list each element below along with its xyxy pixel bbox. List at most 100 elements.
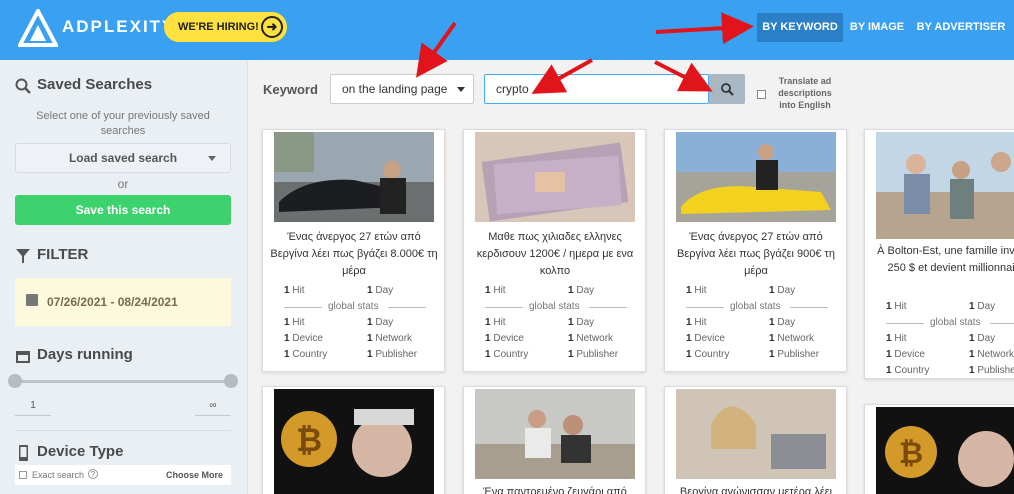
save-search-button[interactable]: Save this search bbox=[15, 195, 231, 225]
hit-label: Hit bbox=[894, 301, 907, 312]
day-label: Day bbox=[977, 333, 996, 344]
publisher-label: Publisher bbox=[576, 349, 619, 360]
day-label: Day bbox=[777, 317, 796, 328]
days-min-input[interactable]: 1 bbox=[15, 400, 51, 416]
saved-searches-heading: Saved Searches bbox=[15, 76, 235, 96]
ad-thumbnail-image bbox=[876, 132, 1014, 239]
device-type-heading: Device Type bbox=[15, 443, 235, 463]
date-range-picker[interactable]: 07/26/2021 - 08/24/2021 bbox=[15, 278, 231, 326]
day-count: 1 bbox=[969, 301, 975, 312]
device-type-title: Device Type bbox=[37, 443, 124, 460]
ad-thumbnail-image: ₿ bbox=[274, 389, 434, 494]
load-saved-search-dropdown[interactable]: Load saved search bbox=[15, 143, 231, 173]
days-slider-min-handle[interactable] bbox=[8, 374, 22, 388]
sidebar: Saved Searches Select one of your previo… bbox=[0, 60, 248, 494]
day-label: Day bbox=[375, 317, 394, 328]
days-max-input[interactable]: ∞ bbox=[195, 400, 231, 416]
global-hit-count: 1 bbox=[284, 317, 290, 328]
date-range-value: 07/26/2021 - 08/24/2021 bbox=[47, 295, 178, 309]
translate-label: Translate ad descriptions into English bbox=[778, 76, 832, 110]
help-icon[interactable]: ? bbox=[88, 469, 98, 479]
ad-card[interactable]: Ένα παντρεμένο ζευγάρι από bbox=[463, 386, 646, 494]
saved-searches-title: Saved Searches bbox=[37, 76, 153, 93]
network-count: 1 bbox=[367, 333, 373, 344]
ad-card[interactable]: Ένας άνεργος 27 ετών από Βεργίνα λέει πω… bbox=[262, 129, 445, 372]
global-stats-label: global stats bbox=[529, 301, 580, 312]
calendar-icon bbox=[26, 294, 38, 306]
country-count: 1 bbox=[886, 365, 892, 376]
days-running-heading: Days running bbox=[15, 346, 235, 366]
day-label: Day bbox=[576, 317, 595, 328]
publisher-label: Publisher bbox=[777, 349, 820, 360]
hiring-button[interactable]: WE'RE HIRING! ➜ bbox=[164, 12, 287, 42]
choose-more-link[interactable]: Choose More bbox=[166, 470, 223, 480]
search-button[interactable] bbox=[709, 74, 745, 104]
publisher-count: 1 bbox=[367, 349, 373, 360]
hit-label: Hit bbox=[493, 285, 506, 296]
device-count: 1 bbox=[485, 333, 491, 344]
ad-title: Βεργίνα αγώνισσαν μετέρα λέει bbox=[679, 486, 833, 494]
keyword-scope-value: on the landing page bbox=[342, 82, 448, 96]
hit-label: Hit bbox=[292, 317, 305, 328]
ad-card[interactable]: Ένας άνεργος 27 ετών από Βεργίνα λέει πω… bbox=[664, 129, 847, 372]
country-count: 1 bbox=[485, 349, 491, 360]
network-count: 1 bbox=[568, 333, 574, 344]
country-count: 1 bbox=[686, 349, 692, 360]
mobile-device-icon bbox=[19, 445, 28, 461]
hit-count: 1 bbox=[686, 285, 692, 296]
ad-card[interactable]: À Bolton-Est, une famille investit 250 $… bbox=[864, 129, 1014, 379]
ad-card[interactable]: ₿ bbox=[864, 404, 1014, 494]
publisher-label: Publisher bbox=[977, 365, 1014, 376]
hit-label: Hit bbox=[694, 285, 707, 296]
ad-card[interactable]: ₿ bbox=[262, 386, 445, 494]
global-stats-label: global stats bbox=[930, 317, 981, 328]
device-label: Device bbox=[292, 333, 323, 344]
adplexity-logo-icon[interactable] bbox=[18, 9, 58, 47]
day-label: Day bbox=[777, 285, 796, 296]
nav-by-advertiser[interactable]: BY ADVERTISER bbox=[913, 13, 1009, 42]
ad-card[interactable]: Βεργίνα αγώνισσαν μετέρα λέει bbox=[664, 386, 847, 494]
network-count: 1 bbox=[769, 333, 775, 344]
exact-search-checkbox[interactable] bbox=[19, 471, 27, 479]
day-label: Day bbox=[375, 285, 394, 296]
day-count: 1 bbox=[568, 285, 574, 296]
ad-title: Μαθε πως χιλιαδες ελληνες κερδισουν 1200… bbox=[476, 231, 634, 277]
divider bbox=[990, 323, 1014, 324]
arrow-right-icon: ➜ bbox=[261, 16, 283, 38]
search-input[interactable] bbox=[484, 74, 709, 104]
hit-count: 1 bbox=[284, 285, 290, 296]
device-count: 1 bbox=[284, 333, 290, 344]
calendar-icon bbox=[16, 351, 30, 363]
keyword-scope-select[interactable]: on the landing page bbox=[330, 74, 474, 104]
days-slider-max-handle[interactable] bbox=[224, 374, 238, 388]
days-slider-track[interactable] bbox=[15, 380, 231, 383]
chevron-down-icon bbox=[208, 156, 216, 161]
publisher-count: 1 bbox=[769, 349, 775, 360]
ad-card[interactable]: Μαθε πως χιλιαδες ελληνες κερδισουν 1200… bbox=[463, 129, 646, 372]
translate-checkbox[interactable] bbox=[757, 90, 766, 99]
brand-name[interactable]: ADPLEXITY bbox=[62, 17, 175, 37]
days-running-title: Days running bbox=[37, 346, 133, 363]
nav-by-image[interactable]: BY IMAGE bbox=[847, 13, 907, 42]
keyword-label: Keyword bbox=[263, 82, 318, 97]
country-label: Country bbox=[694, 349, 730, 360]
svg-text:₿: ₿ bbox=[296, 421, 322, 459]
publisher-count: 1 bbox=[568, 349, 574, 360]
device-label: Device bbox=[493, 333, 524, 344]
divider bbox=[790, 307, 828, 308]
network-label: Network bbox=[777, 333, 815, 344]
hit-label: Hit bbox=[894, 333, 907, 344]
network-label: Network bbox=[576, 333, 614, 344]
country-count: 1 bbox=[284, 349, 290, 360]
chevron-down-icon bbox=[457, 87, 465, 92]
ad-thumbnail-image bbox=[475, 132, 635, 222]
day-label: Day bbox=[576, 285, 595, 296]
top-header: ADPLEXITY WE'RE HIRING! ➜ BY KEYWORD BY … bbox=[0, 0, 1014, 60]
exact-search-label: Exact search bbox=[32, 470, 85, 480]
nav-by-keyword[interactable]: BY KEYWORD bbox=[757, 13, 843, 42]
global-stats-label: global stats bbox=[328, 301, 379, 312]
ad-title: Ένα παντρεμένο ζευγάρι από bbox=[483, 486, 627, 494]
day-count: 1 bbox=[769, 285, 775, 296]
load-saved-search-label: Load saved search bbox=[68, 151, 178, 165]
global-hit-count: 1 bbox=[886, 333, 892, 344]
